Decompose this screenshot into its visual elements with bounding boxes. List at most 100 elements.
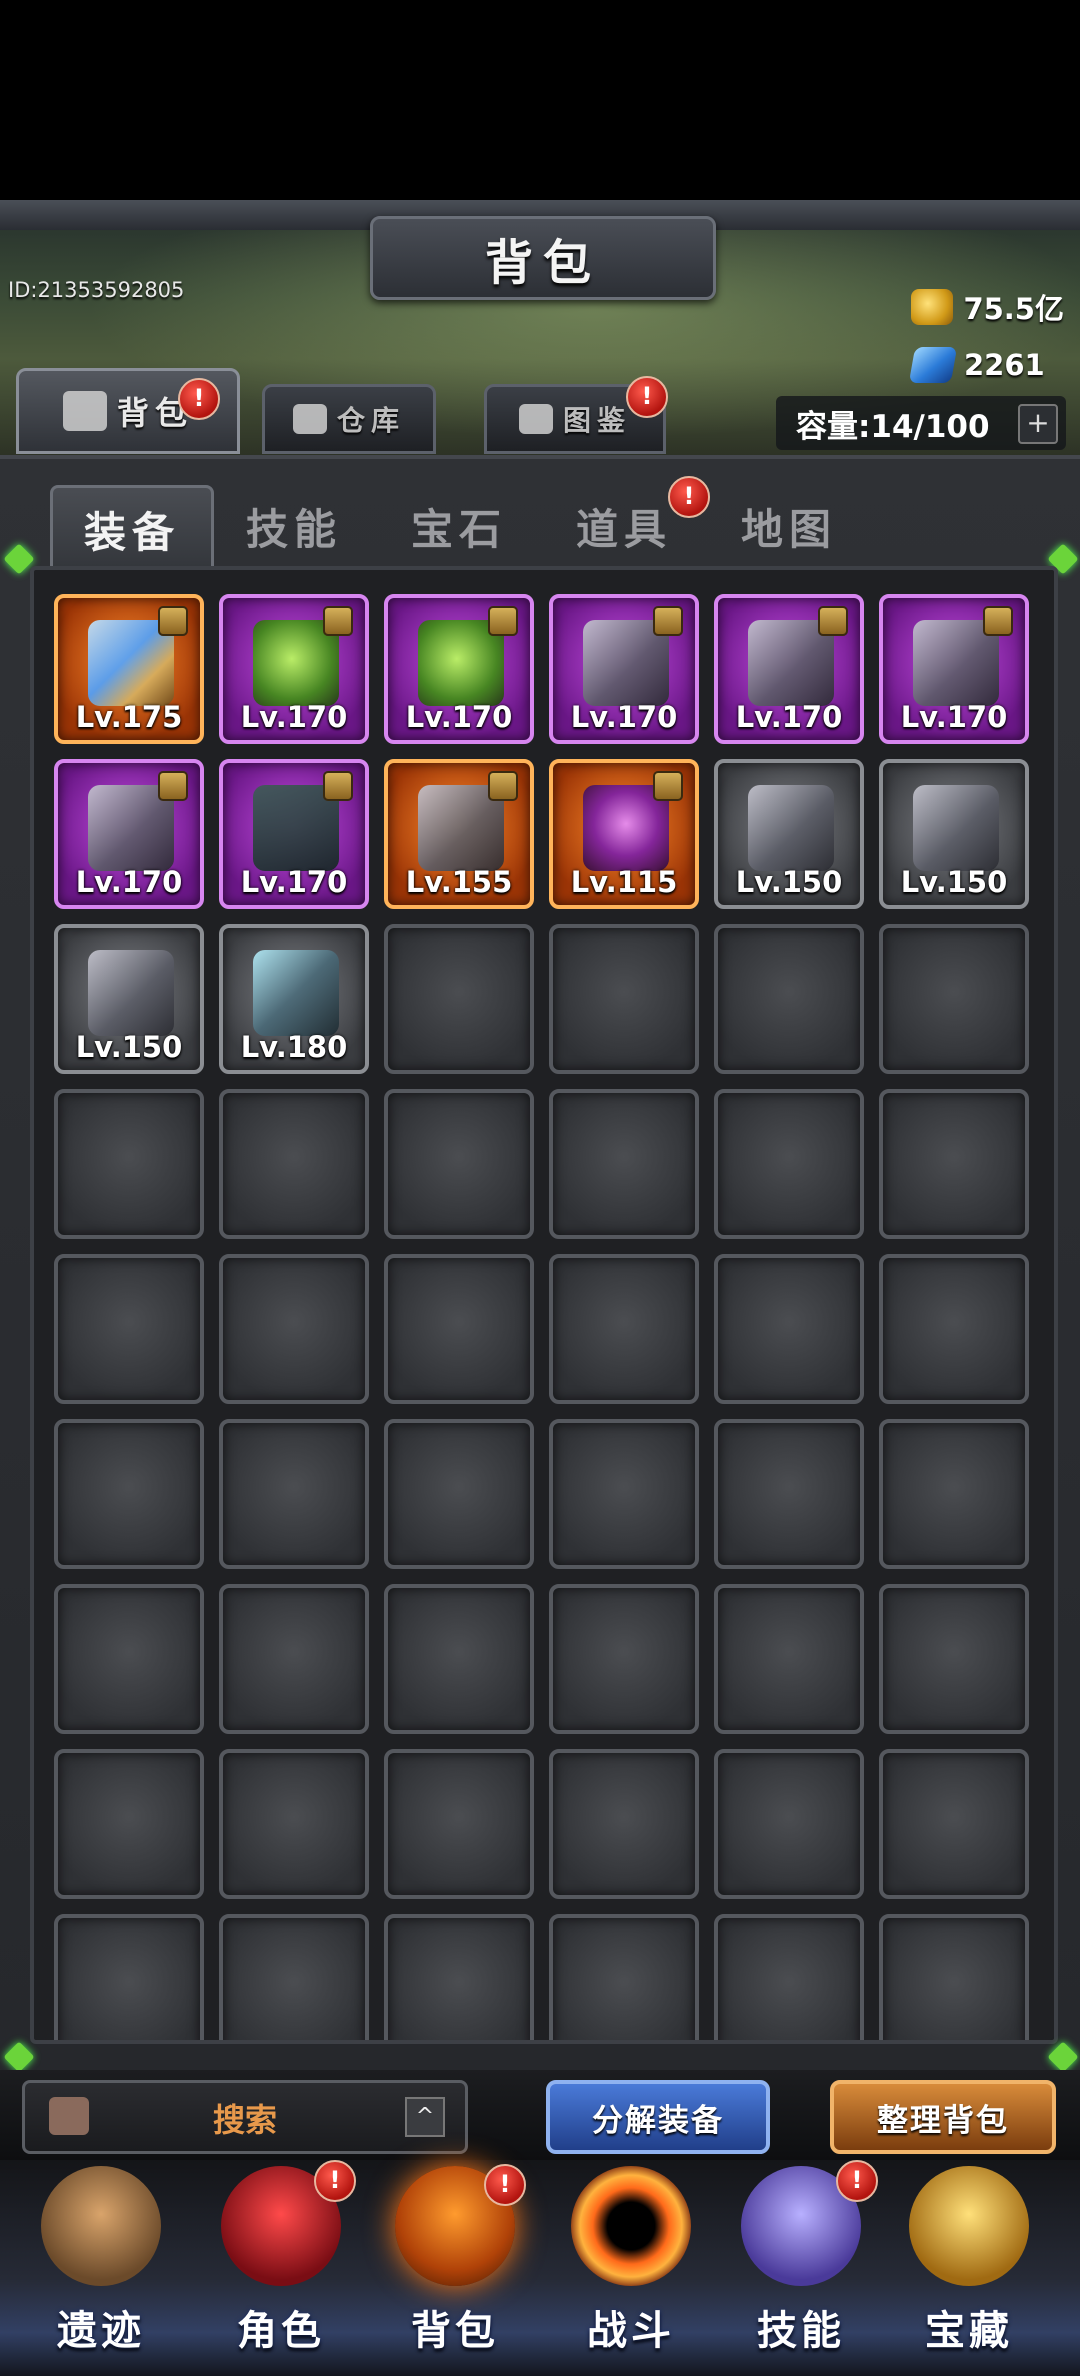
leg-armor-icon <box>748 785 834 871</box>
nav-ruins[interactable]: 遗迹 <box>16 2160 186 2376</box>
sort-bag-button[interactable]: 整理背包 <box>830 2080 1056 2154</box>
inventory-item-slot[interactable]: Lv.115 <box>549 759 699 909</box>
chest-icon <box>292 404 327 434</box>
empty-inventory-slot[interactable] <box>714 1089 864 1239</box>
inventory-item-slot[interactable]: Lv.170 <box>549 594 699 744</box>
nav-bag-alert-badge: ! <box>484 2164 526 2206</box>
inventory-item-slot[interactable]: Lv.170 <box>879 594 1029 744</box>
system-status-area <box>0 0 1080 200</box>
capacity-bar: 容量:14/100 + <box>776 396 1066 450</box>
inventory-item-slot[interactable]: Lv.155 <box>384 759 534 909</box>
tab-maps[interactable]: 地图 <box>710 485 868 567</box>
tab-warehouse[interactable]: 仓库 <box>262 384 436 454</box>
lock-icon[interactable] <box>158 771 188 801</box>
gold-amount: 75.5亿 <box>963 292 1064 326</box>
empty-inventory-slot[interactable] <box>549 1914 699 2040</box>
tab-equipment[interactable]: 装备 <box>50 485 214 570</box>
empty-inventory-slot[interactable] <box>714 1749 864 1899</box>
expand-capacity-button[interactable]: + <box>1018 404 1058 444</box>
lock-icon[interactable] <box>653 771 683 801</box>
tab-items-alert-badge: ! <box>668 476 710 518</box>
empty-inventory-slot[interactable] <box>549 924 699 1074</box>
item-level: Lv.150 <box>900 865 1008 899</box>
inventory-item-slot[interactable]: Lv.175 <box>54 594 204 744</box>
inventory-item-slot[interactable]: Lv.150 <box>714 759 864 909</box>
empty-inventory-slot[interactable] <box>219 1749 369 1899</box>
search-filter[interactable]: 搜索 ^ <box>22 2080 468 2154</box>
empty-inventory-slot[interactable] <box>714 1584 864 1734</box>
empty-inventory-slot[interactable] <box>54 1584 204 1734</box>
empty-inventory-slot[interactable] <box>384 1254 534 1404</box>
inventory-item-slot[interactable]: Lv.170 <box>54 759 204 909</box>
empty-inventory-slot[interactable] <box>219 1089 369 1239</box>
empty-inventory-slot[interactable] <box>384 1914 534 2040</box>
empty-inventory-slot[interactable] <box>879 1749 1029 1899</box>
empty-inventory-slot[interactable] <box>219 1584 369 1734</box>
lock-icon[interactable] <box>488 771 518 801</box>
empty-inventory-slot[interactable] <box>879 1089 1029 1239</box>
item-level: Lv.180 <box>240 1030 348 1064</box>
empty-inventory-slot[interactable] <box>384 924 534 1074</box>
item-level: Lv.170 <box>240 700 348 734</box>
lock-icon[interactable] <box>323 606 353 636</box>
empty-inventory-slot[interactable] <box>714 1254 864 1404</box>
empty-inventory-slot[interactable] <box>384 1419 534 1569</box>
lock-icon[interactable] <box>158 606 188 636</box>
empty-inventory-slot[interactable] <box>54 1089 204 1239</box>
empty-inventory-slot[interactable] <box>384 1089 534 1239</box>
decompose-equipment-button[interactable]: 分解装备 <box>546 2080 770 2154</box>
empty-inventory-slot[interactable] <box>384 1584 534 1734</box>
empty-inventory-slot[interactable] <box>549 1254 699 1404</box>
nav-battle-label: 战斗 <box>587 2308 675 2354</box>
empty-inventory-slot[interactable] <box>549 1584 699 1734</box>
nav-ruins-label: 遗迹 <box>57 2308 145 2354</box>
inventory-item-slot[interactable]: Lv.170 <box>219 594 369 744</box>
ruins-icon <box>41 2166 161 2286</box>
tab-skills[interactable]: 技能 <box>215 485 373 567</box>
inventory-item-slot[interactable]: Lv.180 <box>219 924 369 1074</box>
nav-treasure-label: 宝藏 <box>925 2308 1013 2354</box>
inventory-item-slot[interactable]: Lv.150 <box>879 759 1029 909</box>
lock-icon[interactable] <box>488 606 518 636</box>
empty-inventory-slot[interactable] <box>219 1914 369 2040</box>
item-level: Lv.155 <box>405 865 513 899</box>
empty-inventory-slot[interactable] <box>54 1254 204 1404</box>
inventory-item-slot[interactable]: Lv.170 <box>714 594 864 744</box>
tab-gems[interactable]: 宝石 <box>380 485 538 567</box>
empty-inventory-slot[interactable] <box>879 924 1029 1074</box>
item-level: Lv.150 <box>75 1030 183 1064</box>
empty-inventory-slot[interactable] <box>384 1749 534 1899</box>
empty-inventory-slot[interactable] <box>54 1914 204 2040</box>
empty-inventory-slot[interactable] <box>54 1749 204 1899</box>
empty-inventory-slot[interactable] <box>54 1419 204 1569</box>
empty-inventory-slot[interactable] <box>714 924 864 1074</box>
nav-battle[interactable]: 战斗 <box>546 2160 716 2376</box>
empty-inventory-slot[interactable] <box>879 1914 1029 2040</box>
inventory-item-slot[interactable]: Lv.170 <box>384 594 534 744</box>
empty-inventory-slot[interactable] <box>219 1419 369 1569</box>
empty-inventory-slot[interactable] <box>879 1419 1029 1569</box>
inventory-item-slot[interactable]: Lv.150 <box>54 924 204 1074</box>
fist-icon <box>62 391 107 431</box>
empty-inventory-slot[interactable] <box>714 1914 864 2040</box>
filter-expand-button[interactable]: ^ <box>405 2097 445 2137</box>
nav-treasure[interactable]: 宝藏 <box>884 2160 1054 2376</box>
tab-warehouse-label: 仓库 <box>336 404 405 437</box>
lock-icon[interactable] <box>818 606 848 636</box>
lock-icon[interactable] <box>653 606 683 636</box>
empty-inventory-slot[interactable] <box>219 1254 369 1404</box>
empty-inventory-slot[interactable] <box>879 1584 1029 1734</box>
lock-icon[interactable] <box>323 771 353 801</box>
empty-inventory-slot[interactable] <box>549 1419 699 1569</box>
leg-armor-icon <box>88 950 174 1036</box>
treasure-chest-icon <box>909 2166 1029 2286</box>
empty-inventory-slot[interactable] <box>549 1089 699 1239</box>
empty-inventory-slot[interactable] <box>714 1419 864 1569</box>
vortex-icon <box>571 2166 691 2286</box>
empty-inventory-slot[interactable] <box>879 1254 1029 1404</box>
player-id: ID:21353592805 <box>8 278 185 302</box>
inventory-item-slot[interactable]: Lv.170 <box>219 759 369 909</box>
inventory-grid: Lv.175 Lv.170 Lv.170 Lv.170 Lv.170 Lv.170 Lv.1… <box>30 566 1058 2044</box>
lock-icon[interactable] <box>983 606 1013 636</box>
empty-inventory-slot[interactable] <box>549 1749 699 1899</box>
